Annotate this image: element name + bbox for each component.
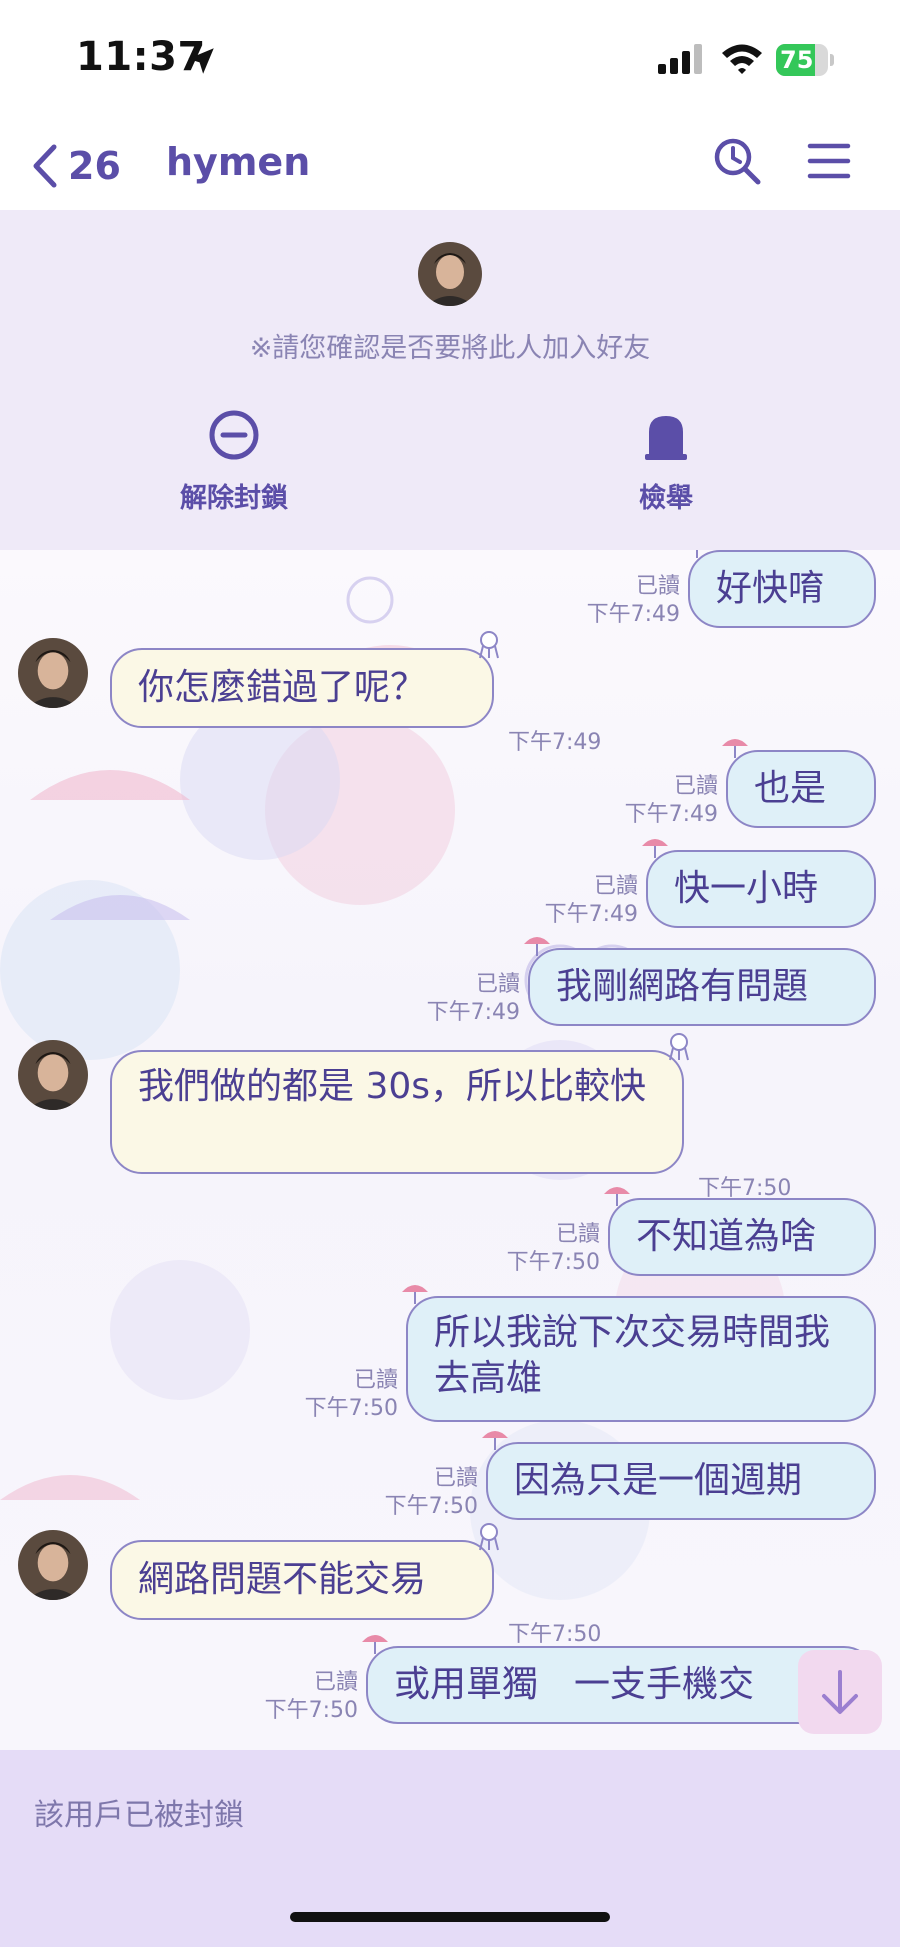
message-timestamp: 下午7:50 [264,1698,358,1723]
umbrella-sticker-icon [524,937,550,956]
message-timestamp: 下午7:50 [506,1250,600,1275]
scroll-to-bottom-button[interactable] [798,1650,882,1734]
battery-charging-icon: 75 [776,44,834,76]
message-timestamp: 下午7:50 [384,1494,478,1519]
report-button[interactable]: 檢舉 [566,408,766,515]
signal-icon [658,44,702,74]
sent-message-bubble[interactable]: 快一小時 [646,850,876,928]
received-message-bubble[interactable]: 網路問題不能交易 [110,1540,494,1620]
unblock-button[interactable]: 解除封鎖 [134,408,334,515]
wifi-icon [722,44,762,74]
message-timestamp: 下午7:49 [426,1000,520,1025]
message-timestamp: 下午7:49 [508,730,602,755]
umbrella-sticker-icon [482,1431,508,1450]
received-message-bubble[interactable]: 我們做的都是 30s，所以比較快 [110,1050,684,1174]
umbrella-sticker-icon [604,1187,630,1206]
sent-message-bubble[interactable]: 因為只是一個週期 [486,1442,876,1520]
home-indicator[interactable] [290,1912,610,1922]
search-icon[interactable] [712,136,762,186]
battery-percent: 75 [780,46,814,74]
umbrella-sticker-icon [696,550,698,558]
back-button[interactable]: 26 [30,138,121,194]
block-panel: ※請您確認是否要將此人加入好友 解除封鎖 檢舉 [0,210,900,550]
umbrella-sticker-icon [362,1635,388,1654]
teru-teru-bozu-icon [479,631,499,659]
menu-icon[interactable] [806,138,852,184]
sent-message-bubble[interactable]: 不知道為啥 [608,1198,876,1276]
add-friend-notice: ※請您確認是否要將此人加入好友 [249,333,651,364]
message-timestamp: 下午7:50 [508,1622,602,1647]
received-message-bubble[interactable]: 你怎麼錯過了呢？ [110,648,494,728]
message-timestamp: 下午7:50 [304,1396,398,1421]
avatar[interactable] [18,1530,88,1600]
teru-teru-bozu-icon [479,1523,499,1551]
umbrella-sticker-icon [402,1285,428,1304]
arrow-down-icon [822,1670,858,1714]
message-timestamp: 下午7:49 [624,802,718,827]
minus-circle-icon [209,410,259,460]
avatar[interactable] [418,242,482,306]
status-bar: 11:37 75 [0,0,900,120]
message-timestamp: 下午7:49 [586,602,680,627]
sent-message-bubble[interactable]: 所以我說下次交易時間我去高雄 [406,1296,876,1422]
unread-count: 26 [68,144,121,188]
sent-message-bubble[interactable]: 好快唷 [688,550,876,628]
umbrella-sticker-icon [642,839,668,858]
chat-messages[interactable]: 好快唷 已讀 下午7:49 你怎麼錯過了呢？ 下午7:49 也是 已讀 下午7:49 快一小時已… [0,550,900,1750]
chat-title: hymen [166,140,311,184]
chat-header: 26 hymen [0,120,900,210]
avatar[interactable] [18,638,88,708]
teru-teru-bozu-icon [669,1033,689,1061]
report-bell-icon [645,416,687,460]
location-arrow-icon [188,48,214,74]
avatar[interactable] [18,1040,88,1110]
report-label: 檢舉 [639,483,693,514]
chevron-left-icon [33,144,57,188]
unblock-label: 解除封鎖 [180,483,288,514]
message-timestamp: 下午7:49 [544,902,638,927]
blocked-notice: 該用戶已被封鎖 [34,1798,244,1833]
sent-message-bubble[interactable]: 我剛網路有問題 [528,948,876,1026]
umbrella-sticker-icon [722,739,748,758]
